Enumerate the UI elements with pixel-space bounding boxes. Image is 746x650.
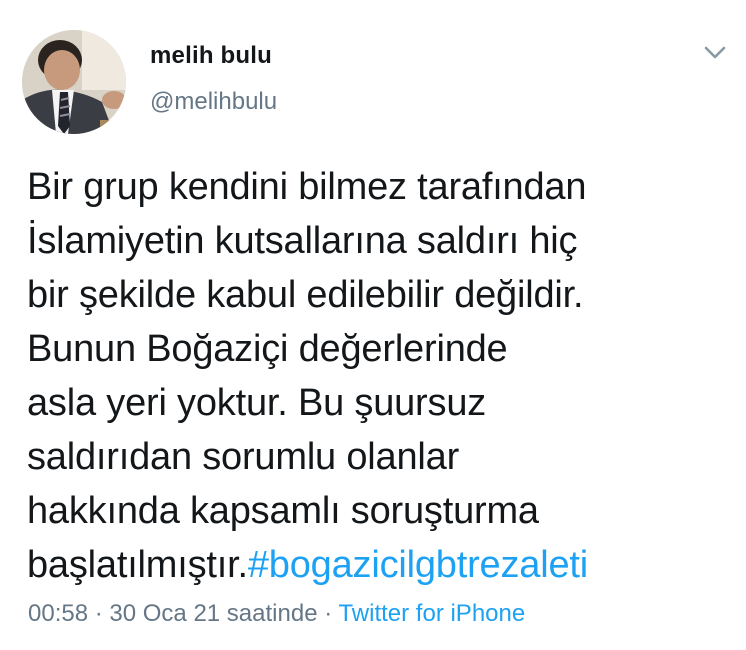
- display-name[interactable]: melih bulu: [150, 42, 272, 70]
- tweet-source-link[interactable]: Twitter for iPhone: [338, 600, 525, 627]
- tweet-text-line: Bunun Boğaziçi değerlerinde: [27, 328, 508, 370]
- tweet-text-line: bir şekilde kabul edilebilir değildir.: [27, 274, 584, 316]
- tweet-meta: 00:58 · 30 Oca 21 saatinde · Twitter for…: [28, 600, 525, 628]
- tweet-text-line: İslamiyetin kutsallarına saldırı hiç: [27, 220, 578, 262]
- tweet-text-fragment: başlatılmıştır.: [27, 544, 248, 586]
- hashtag-link[interactable]: #bogazicilgbtrezaleti: [248, 544, 588, 586]
- user-handle[interactable]: @melihbulu: [150, 88, 277, 116]
- tweet-text-line: asla yeri yoktur. Bu şuursuz: [27, 382, 487, 424]
- meta-separator: ·: [317, 600, 339, 627]
- tweet-text-line: Bir grup kendini bilmez tarafından: [27, 166, 587, 208]
- tweet-time[interactable]: 00:58: [28, 600, 88, 627]
- tweet-text: Bir grup kendini bilmez tarafından İslam…: [27, 160, 727, 592]
- tweet-text-last-line: başlatılmıştır.#bogazicilgbtrezaleti: [27, 538, 727, 592]
- avatar[interactable]: [22, 30, 126, 134]
- tweet-date[interactable]: 30 Oca 21 saatinde: [109, 600, 317, 627]
- tweet-menu-button[interactable]: [698, 40, 732, 66]
- chevron-down-icon: [704, 46, 726, 59]
- tweet-card: melih bulu @melihbulu Bir grup kendini b…: [0, 0, 746, 650]
- profile-photo-icon: [22, 30, 126, 134]
- tweet-text-line: saldırıdan sorumlu olanlar: [27, 436, 460, 478]
- tweet-text-line: hakkında kapsamlı soruşturma: [27, 490, 539, 532]
- meta-separator: ·: [88, 600, 110, 627]
